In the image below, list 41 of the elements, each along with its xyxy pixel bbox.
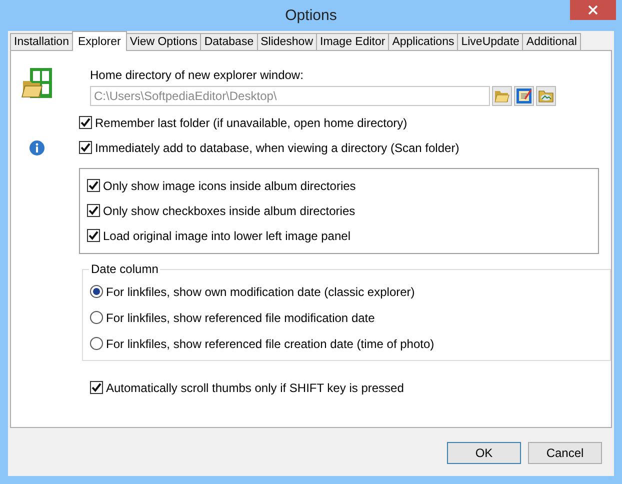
radio-label: For linkfiles, show referenced file creation date (time of photo) xyxy=(106,336,434,350)
checkbox[interactable] xyxy=(79,141,92,154)
checkbox[interactable] xyxy=(87,204,100,217)
radio-button[interactable] xyxy=(90,311,103,324)
close-button[interactable] xyxy=(570,0,616,20)
checkbox-label: Only show checkboxes inside album directories xyxy=(103,204,356,218)
edit-button[interactable] xyxy=(514,86,534,106)
image-folder-button[interactable] xyxy=(536,86,556,106)
tab[interactable]: Image Editor xyxy=(316,33,390,50)
tab[interactable]: Database xyxy=(200,33,258,50)
radio-button[interactable] xyxy=(90,285,103,298)
image-folder-icon xyxy=(538,89,554,103)
tab[interactable]: Applications xyxy=(388,33,458,50)
radio-label: For linkfiles, show referenced file modification date xyxy=(106,310,375,324)
checkbox-label: Only show image icons inside album directories xyxy=(103,178,356,192)
folder-icon xyxy=(494,89,510,103)
tab[interactable]: Additional xyxy=(522,33,581,50)
checkbox[interactable] xyxy=(90,381,103,394)
checkbox-label: Remember last folder (if unavailable, open home directory) xyxy=(95,116,408,130)
checkbox-label: Automatically scroll thumbs only if SHIFT key is pressed xyxy=(106,380,404,394)
group-title: Date column xyxy=(89,262,160,276)
radio-button[interactable] xyxy=(90,337,103,350)
home-directory-label: Home directory of new explorer window: xyxy=(90,68,304,84)
folder-grid-icon xyxy=(21,67,53,99)
tab[interactable]: Slideshow xyxy=(256,33,318,50)
tab[interactable]: Installation xyxy=(10,33,73,50)
cancel-button[interactable]: Cancel xyxy=(528,442,602,464)
tab[interactable]: View Options xyxy=(126,33,202,50)
checkbox[interactable] xyxy=(87,179,100,192)
tab[interactable]: LiveUpdate xyxy=(457,33,524,50)
radio-label: For linkfiles, show own modification date (classic explorer) xyxy=(106,284,415,298)
close-icon xyxy=(588,5,598,15)
checkbox-label: Immediately add to database, when viewing a directory (Scan folder) xyxy=(95,140,460,154)
ok-button[interactable]: OK xyxy=(447,442,521,464)
checkbox-label: Load original image into lower left image panel xyxy=(103,228,350,242)
window-title: Options xyxy=(285,7,337,24)
edit-document-icon xyxy=(516,88,532,104)
info-icon xyxy=(28,140,44,156)
tab[interactable]: Explorer xyxy=(72,31,127,51)
checkbox[interactable] xyxy=(87,229,100,242)
checkbox[interactable] xyxy=(79,116,92,129)
